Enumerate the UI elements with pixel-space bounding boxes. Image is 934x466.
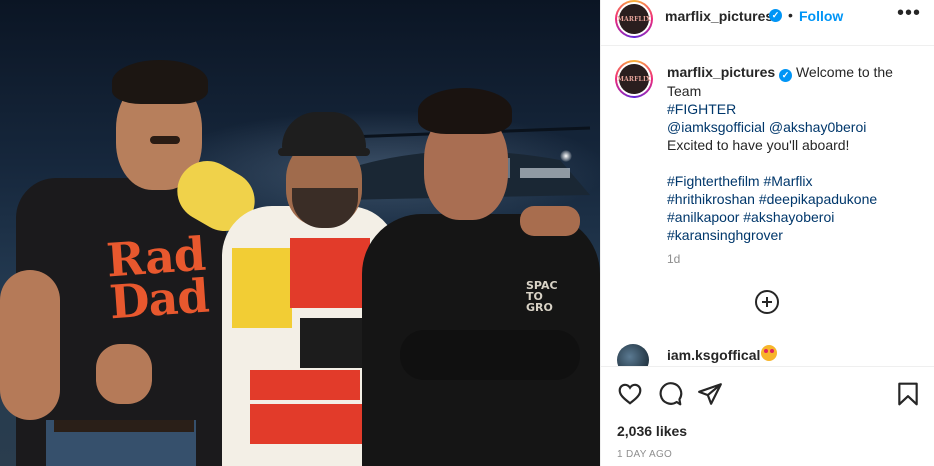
likes-count[interactable]: 2,036 likes xyxy=(617,423,687,439)
caption-hashtag-line[interactable]: #anilkapoor #akshayoberoi xyxy=(667,208,929,226)
post-photo[interactable]: Rad Dad SPAC TO GRO xyxy=(0,0,600,466)
author-avatar[interactable]: MARFLIX xyxy=(615,0,653,38)
hoodie-text-line: GRO xyxy=(526,301,553,314)
heart-icon[interactable] xyxy=(617,381,643,407)
share-icon[interactable] xyxy=(697,381,723,407)
header-separator: • xyxy=(788,7,793,23)
post-actions: 2,036 likes 1 DAY AGO xyxy=(601,366,934,466)
caption-username[interactable]: marflix_pictures xyxy=(667,64,775,80)
commenter-username[interactable]: iam.ksgoffical xyxy=(667,347,760,363)
plus-circle-icon[interactable] xyxy=(755,290,779,314)
verified-badge-icon: ✓ xyxy=(779,69,793,82)
post-timestamp[interactable]: 1 DAY AGO xyxy=(617,449,672,460)
caption-line: Team xyxy=(667,83,702,99)
caption-hashtag-line[interactable]: #karansinghgrover xyxy=(667,226,929,244)
follow-button[interactable]: Follow xyxy=(799,8,843,24)
caption-hashtag-line[interactable]: #FIGHTER xyxy=(667,100,929,118)
caption-mentions-line[interactable]: @iamksgofficial @akshay0beroi xyxy=(667,118,929,136)
post-caption: MARFLIX marflix_pictures ✓ Welcome to th… xyxy=(601,46,934,346)
author-username[interactable]: marflix_pictures xyxy=(665,8,773,24)
commenter-avatar[interactable] xyxy=(617,344,649,366)
more-horizontal-icon[interactable]: ••• xyxy=(897,2,921,25)
bookmark-icon[interactable] xyxy=(895,381,921,407)
caption-line: Excited to have you'll aboard! xyxy=(667,137,850,153)
caption-avatar-logo: MARFLIX xyxy=(617,64,651,94)
comment-preview: iam.ksgoffical xyxy=(601,344,934,366)
caption-line: Welcome to the xyxy=(795,64,893,80)
post-side-panel: MARFLIX marflix_pictures ✓ • Follow ••• … xyxy=(600,0,934,466)
hoodie-graphic-text: SPAC TO GRO xyxy=(526,280,558,313)
caption-text: marflix_pictures ✓ Welcome to the Team #… xyxy=(667,63,929,268)
caption-time[interactable]: 1d xyxy=(667,250,929,268)
caption-author-avatar[interactable]: MARFLIX xyxy=(615,60,653,98)
person-right xyxy=(0,0,600,466)
author-avatar-logo: MARFLIX xyxy=(617,4,651,34)
verified-badge-icon: ✓ xyxy=(769,9,782,22)
heart-eyes-emoji-icon xyxy=(761,345,777,361)
caption-hashtag-line[interactable]: #hrithikroshan #deepikapadukone xyxy=(667,190,929,208)
comment-icon[interactable] xyxy=(657,381,683,407)
instagram-post: Rad Dad SPAC TO GRO MARFLIX marflix_pict… xyxy=(0,0,934,466)
post-header: MARFLIX marflix_pictures ✓ • Follow ••• xyxy=(601,0,934,46)
caption-hashtag-line[interactable]: #Fighterthefilm #Marflix xyxy=(667,172,929,190)
